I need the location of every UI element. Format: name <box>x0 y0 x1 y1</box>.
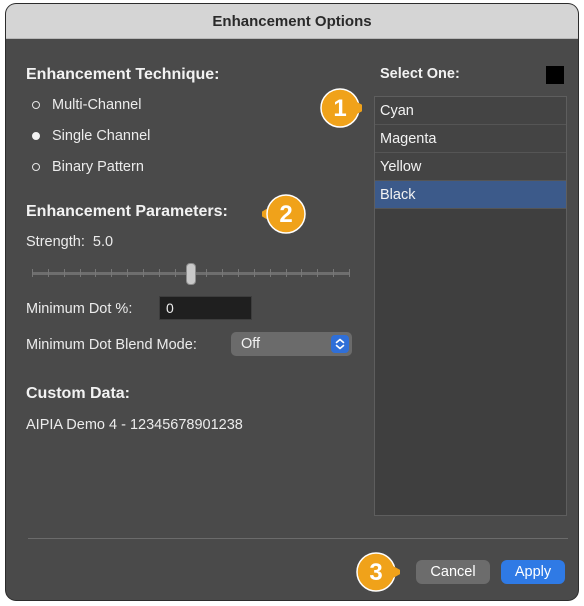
slider-tick <box>317 269 318 277</box>
list-item-yellow[interactable]: Yellow <box>375 153 566 181</box>
callout-badge-one: 1 <box>320 88 362 128</box>
strength-value: 5.0 <box>92 234 114 250</box>
radio-selected-icon <box>32 132 40 140</box>
channel-list[interactable]: Cyan Magenta Yellow Black <box>374 96 567 516</box>
callout-badge-three: 3 <box>356 552 400 592</box>
blend-mode-label: Minimum Dot Blend Mode: <box>26 337 197 353</box>
slider-tick <box>175 269 176 277</box>
slider-tick <box>95 269 96 277</box>
technique-heading: Enhancement Technique: <box>26 66 220 83</box>
parameters-heading: Enhancement Parameters: <box>26 203 228 220</box>
select-one-heading: Select One: <box>380 66 460 82</box>
chevron-up-down-icon <box>331 335 349 353</box>
slider-tick <box>143 269 144 277</box>
slider-tick <box>159 269 160 277</box>
slider-tick <box>48 269 49 277</box>
list-item-magenta[interactable]: Magenta <box>375 125 566 153</box>
blend-mode-value: Off <box>241 336 261 352</box>
slider-tick <box>270 269 271 277</box>
color-swatch <box>546 66 564 84</box>
slider-tick <box>286 269 287 277</box>
radio-label: Binary Pattern <box>52 159 144 175</box>
callout-number: 2 <box>279 201 292 228</box>
blend-mode-select[interactable]: Off <box>231 332 352 356</box>
slider-thumb[interactable] <box>186 263 196 285</box>
apply-button[interactable]: Apply <box>501 560 565 584</box>
radio-label: Multi-Channel <box>52 97 142 113</box>
callout-number: 1 <box>333 95 346 122</box>
slider-tick <box>349 269 350 277</box>
min-dot-field[interactable] <box>159 296 252 320</box>
enhancement-options-window: Enhancement Options Enhancement Techniqu… <box>6 4 578 600</box>
slider-tick <box>254 269 255 277</box>
slider-tick <box>222 269 223 277</box>
slider-tick <box>206 269 207 277</box>
slider-tick <box>333 269 334 277</box>
slider-tick <box>301 269 302 277</box>
list-item-cyan[interactable]: Cyan <box>375 97 566 125</box>
strength-label: Strength: 5.0 <box>26 234 113 250</box>
strength-slider[interactable] <box>32 262 350 285</box>
radio-single-channel[interactable]: Single Channel <box>32 125 150 147</box>
callout-number: 3 <box>369 559 382 586</box>
slider-tick <box>64 269 65 277</box>
list-item-black[interactable]: Black <box>375 181 566 209</box>
strength-label-text: Strength: <box>26 234 85 250</box>
slider-tick <box>238 269 239 277</box>
radio-binary-pattern[interactable]: Binary Pattern <box>32 156 144 178</box>
window-title: Enhancement Options <box>6 4 578 39</box>
radio-circle-icon <box>32 101 40 109</box>
radio-multi-channel[interactable]: Multi-Channel <box>32 94 141 116</box>
callout-badge-two: 2 <box>262 194 306 234</box>
custom-data-value: AIPIA Demo 4 - 12345678901238 <box>26 417 243 433</box>
slider-tick <box>80 269 81 277</box>
radio-circle-icon <box>32 163 40 171</box>
radio-label: Single Channel <box>52 128 151 144</box>
slider-tick <box>32 269 33 277</box>
slider-tick <box>111 269 112 277</box>
cancel-button[interactable]: Cancel <box>416 560 490 584</box>
slider-tick <box>127 269 128 277</box>
min-dot-label: Minimum Dot %: <box>26 301 133 317</box>
footer-divider <box>28 538 568 539</box>
custom-data-heading: Custom Data: <box>26 385 131 402</box>
